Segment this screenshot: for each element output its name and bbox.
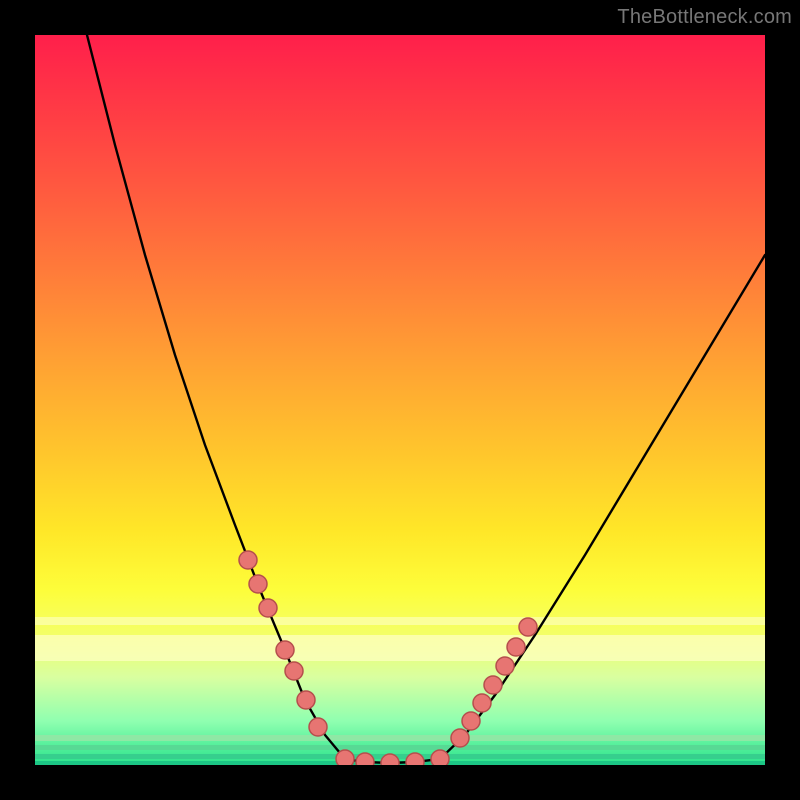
data-point-marker [381, 754, 399, 765]
data-point-marker [285, 662, 303, 680]
data-point-marker [239, 551, 257, 569]
data-point-marker [309, 718, 327, 736]
chart-frame: TheBottleneck.com [0, 0, 800, 800]
data-point-marker [276, 641, 294, 659]
data-point-marker [519, 618, 537, 636]
watermark-text: TheBottleneck.com [617, 6, 792, 29]
data-point-marker [356, 753, 374, 765]
data-point-marker [431, 750, 449, 765]
bottleneck-curve [87, 35, 765, 763]
data-point-marker [484, 676, 502, 694]
data-point-marker [496, 657, 514, 675]
data-point-marker [507, 638, 525, 656]
data-point-marker [473, 694, 491, 712]
data-point-marker [336, 750, 354, 765]
data-point-marker [462, 712, 480, 730]
data-point-marker [406, 753, 424, 765]
data-point-marker [451, 729, 469, 747]
data-point-marker [297, 691, 315, 709]
plot-area [35, 35, 765, 765]
curve-layer [35, 35, 765, 765]
data-point-marker [259, 599, 277, 617]
data-point-marker [249, 575, 267, 593]
